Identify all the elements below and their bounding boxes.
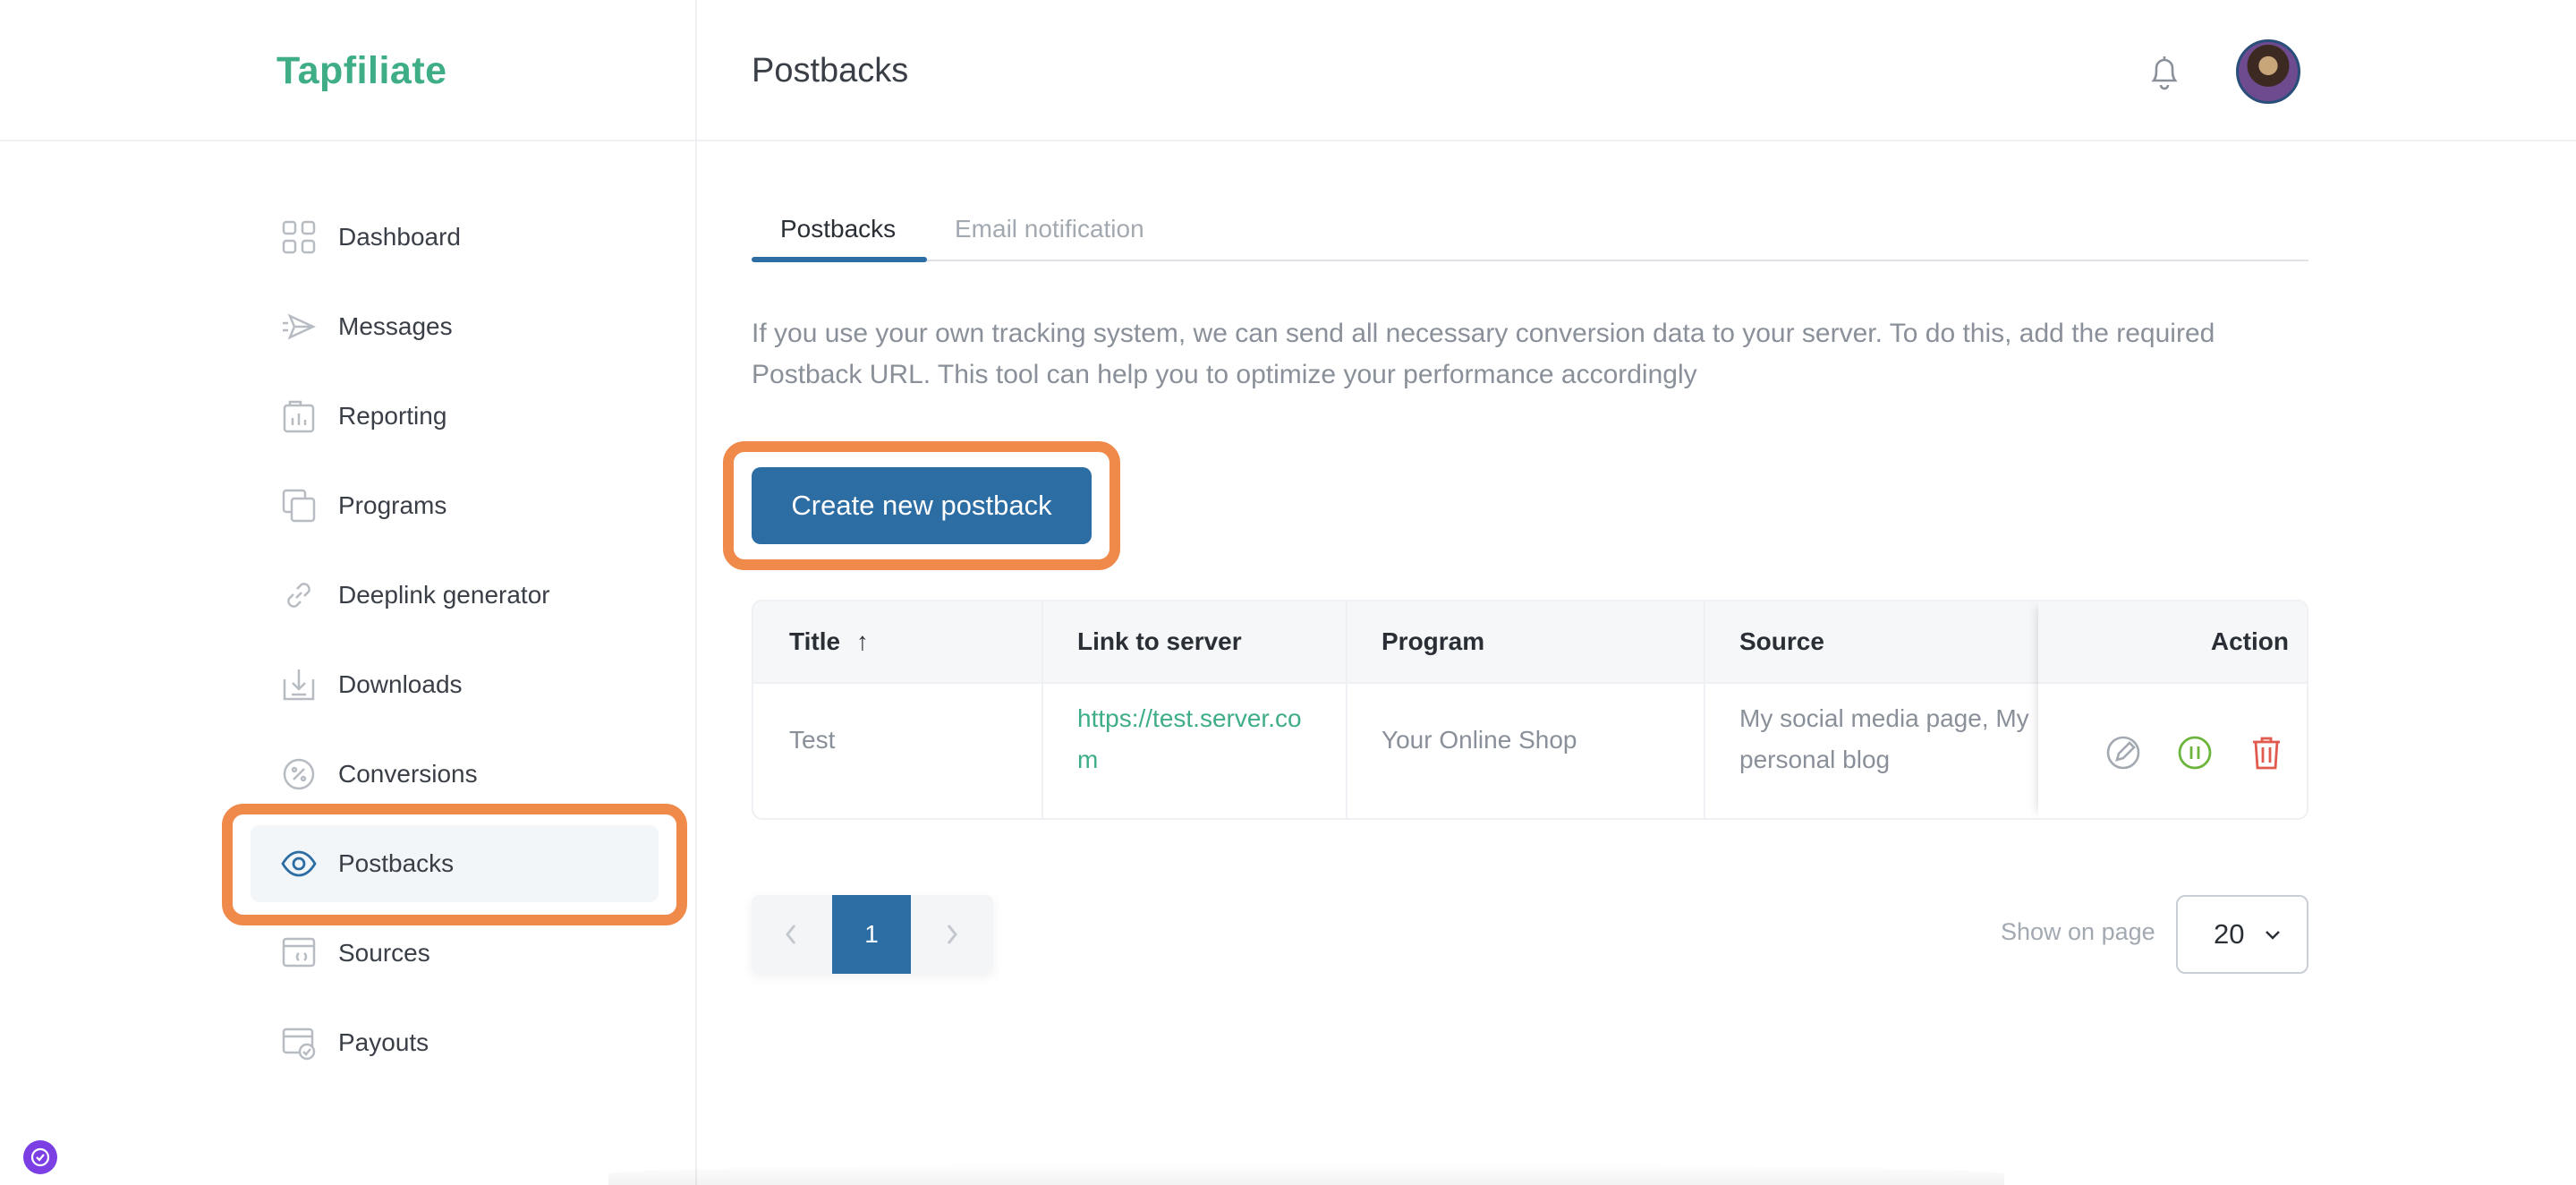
help-widget-icon[interactable] xyxy=(23,1140,57,1174)
copy-icon xyxy=(282,489,316,523)
sidebar-item-label: Dashboard xyxy=(338,223,461,251)
column-header-title[interactable]: Title ↑ xyxy=(789,601,869,682)
check-icon xyxy=(30,1147,50,1167)
sidebar-item-conversions[interactable]: Conversions xyxy=(251,736,659,813)
prev-page-button[interactable] xyxy=(752,895,830,974)
sidebar-item-label: Programs xyxy=(338,491,447,519)
sidebar-item-label: Messages xyxy=(338,312,453,340)
active-tab-indicator xyxy=(752,257,927,262)
tab-email-notification[interactable]: Email notification xyxy=(955,204,1144,260)
description-text: If you use your own tracking system, we … xyxy=(752,319,2215,389)
tab-label: Email notification xyxy=(955,215,1144,243)
percent-icon xyxy=(283,758,315,790)
sidebar-item-label: Sources xyxy=(338,939,430,967)
source-icon xyxy=(282,937,316,968)
sidebar-item-programs[interactable]: Programs xyxy=(251,467,659,544)
tab-label: Postbacks xyxy=(780,215,897,243)
download-icon xyxy=(283,669,315,701)
sidebar-item-label: Postbacks xyxy=(338,849,455,877)
postbacks-table: Title ↑ Link to server Program Source Te… xyxy=(752,600,2308,820)
app-logo[interactable]: Tapfiliate xyxy=(276,49,447,93)
cell-title: Test xyxy=(789,726,836,754)
source-line: personal blog xyxy=(1739,746,1891,773)
sidebar-item-postbacks[interactable]: Postbacks xyxy=(251,825,659,902)
sidebar-item-label: Conversions xyxy=(338,760,478,788)
edit-icon[interactable] xyxy=(2104,734,2142,772)
sidebar-item-downloads[interactable]: Downloads xyxy=(251,646,659,723)
divider xyxy=(0,140,695,141)
page-title: Postbacks xyxy=(752,52,909,90)
pause-icon[interactable] xyxy=(2176,734,2214,772)
report-icon xyxy=(283,400,315,433)
pagination: 1 xyxy=(752,895,993,974)
column-divider xyxy=(1704,601,1705,818)
dashboard-icon xyxy=(282,220,316,254)
cell-source: My social media page, My personal blog xyxy=(1739,698,2029,780)
link-line: m xyxy=(1077,746,1099,773)
payout-icon xyxy=(282,1027,316,1061)
show-on-page-label: Show on page xyxy=(2001,918,2155,945)
avatar[interactable] xyxy=(2236,39,2300,104)
column-divider xyxy=(1041,601,1043,818)
send-icon xyxy=(283,313,316,340)
cell-program: Your Online Shop xyxy=(1382,726,1577,754)
action-column: Action xyxy=(2038,601,2307,818)
delete-icon[interactable] xyxy=(2248,734,2285,772)
next-page-button[interactable] xyxy=(913,895,991,974)
sidebar-item-payouts[interactable]: Payouts xyxy=(251,1004,659,1081)
sidebar-item-reporting[interactable]: Reporting xyxy=(251,378,659,455)
bottom-shadow xyxy=(608,1164,2004,1185)
column-divider xyxy=(1346,601,1348,818)
link-icon xyxy=(287,583,310,608)
column-header-link: Link to server xyxy=(1077,627,1242,655)
tab-postbacks[interactable]: Postbacks xyxy=(780,204,896,260)
column-header-action: Action xyxy=(2210,627,2289,655)
sort-asc-icon: ↑ xyxy=(855,627,869,655)
column-header-source: Source xyxy=(1739,627,1824,655)
sidebar-item-label: Payouts xyxy=(338,1028,429,1056)
per-page-select[interactable]: 20 xyxy=(2176,895,2308,974)
sidebar-item-label: Downloads xyxy=(338,670,463,698)
sidebar-item-dashboard[interactable]: Dashboard xyxy=(251,199,659,276)
header: Postbacks xyxy=(697,0,2576,141)
sidebar-item-label: Deeplink generator xyxy=(338,581,550,609)
chevron-down-icon xyxy=(2266,931,2280,940)
link-line: https://test.server.co xyxy=(1077,704,1302,732)
header-label: Title xyxy=(789,627,841,655)
bell-icon[interactable] xyxy=(2147,52,2182,91)
sidebar-item-messages[interactable]: Messages xyxy=(251,288,659,365)
page-1-button[interactable]: 1 xyxy=(832,895,911,974)
tabs: Postbacks Email notification xyxy=(752,204,2308,262)
sidebar-item-deeplink-generator[interactable]: Deeplink generator xyxy=(251,557,659,634)
create-new-postback-button[interactable]: Create new postback xyxy=(752,467,1092,544)
sidebar-item-label: Reporting xyxy=(338,402,447,430)
eye-icon xyxy=(281,850,317,877)
column-header-program: Program xyxy=(1382,627,1485,655)
sidebar-item-sources[interactable]: Sources xyxy=(251,915,659,992)
source-line: My social media page, My xyxy=(1739,704,2029,732)
cell-link[interactable]: https://test.server.co m xyxy=(1077,698,1302,780)
per-page-value: 20 xyxy=(2214,918,2245,950)
sidebar: Tapfiliate Dashboard Messages Reporting xyxy=(0,0,697,1185)
